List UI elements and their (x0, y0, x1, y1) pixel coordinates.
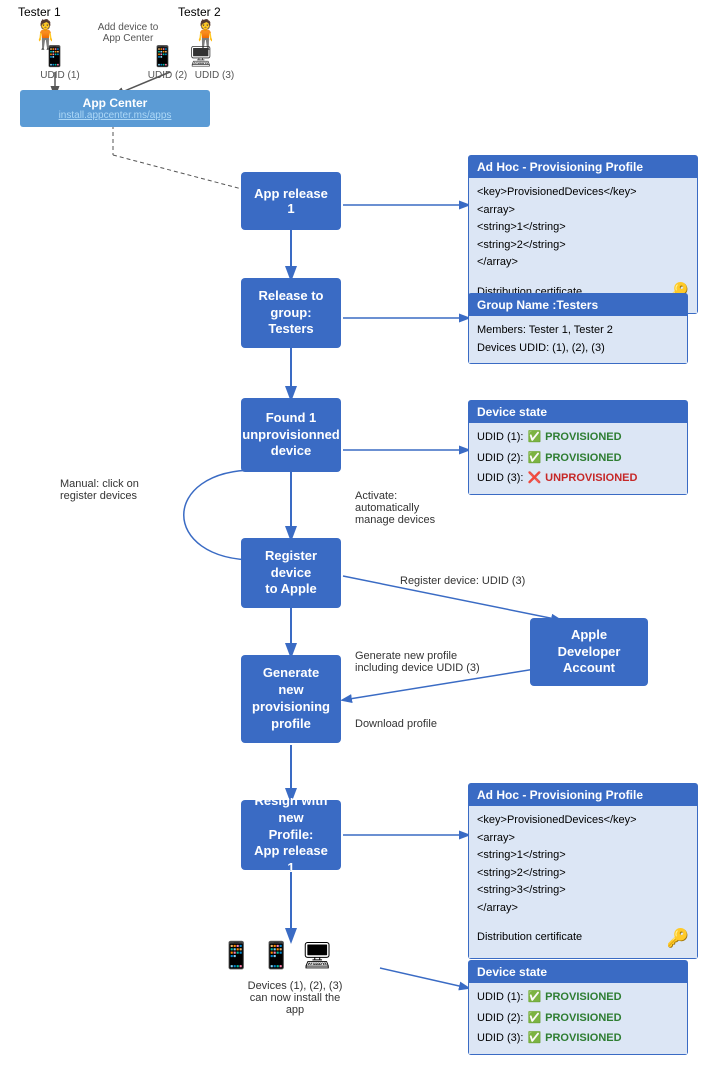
panel5-udid1-status: PROVISIONED (545, 989, 621, 1007)
adhoc-panel-1-header: Ad Hoc - Provisioning Profile (469, 156, 697, 178)
tester2-tablet-icon: 🖥 (188, 44, 213, 69)
panel5-udid2-label: UDID (2): (477, 1010, 523, 1028)
panel4-line5: <string>3</string> (477, 882, 689, 900)
app-release-box: App release 1 (241, 172, 341, 230)
panel5-udid3-label: UDID (3): (477, 1030, 523, 1048)
register-device-label: Register deviceto Apple (251, 548, 331, 599)
bottom-label: Devices (1), (2), (3)can now install the… (215, 980, 375, 1016)
adhoc-panel-4-header: Ad Hoc - Provisioning Profile (469, 784, 697, 806)
check-icon-1: ✅ (527, 429, 541, 447)
udid3-label: UDID (3) (192, 70, 237, 81)
group-panel-body: Members: Tester 1, Tester 2 Devices UDID… (469, 316, 687, 363)
download-profile-label: Download profile (355, 718, 437, 730)
found-device-label: Found 1unprovisionneddevice (242, 410, 340, 461)
panel3-udid3-status: UNPROVISIONED (545, 470, 637, 488)
panel5-udid3-status: PROVISIONED (545, 1030, 621, 1048)
device-state-panel-2-body: UDID (1): ✅ PROVISIONED UDID (2): ✅ PROV… (469, 983, 687, 1054)
x-icon-1: ❌ (527, 470, 541, 488)
device-state-panel-2-header: Device state (469, 961, 687, 983)
generate-profile-box-label: Generate newprovisioningprofile (251, 665, 331, 733)
panel4-cert-label: Distribution certificate (477, 929, 582, 947)
apple-dev-label: Apple DeveloperAccount (540, 627, 638, 678)
check-icon-2: ✅ (527, 450, 541, 468)
found-device-box: Found 1unprovisionneddevice (241, 398, 341, 472)
manual-label: Manual: click onregister devices (60, 478, 170, 502)
udid2-label: UDID (2) (145, 70, 190, 81)
tester2-label: Tester 2 (178, 5, 221, 19)
check-icon-5: ✅ (527, 1030, 541, 1048)
resign-label: Resign with newProfile:App release 1 (251, 793, 331, 877)
panel1-line2: <array> (477, 202, 689, 220)
panel5-udid1-label: UDID (1): (477, 989, 523, 1007)
panel1-line4: <string>2</string> (477, 237, 689, 255)
release-to-group-label: Release togroup:Testers (258, 288, 323, 339)
bottom-devices: 📱 📱 🖥 (220, 940, 334, 971)
add-device-label: Add device toApp Center (88, 22, 168, 44)
resign-box: Resign with newProfile:App release 1 (241, 800, 341, 870)
adhoc-panel-1: Ad Hoc - Provisioning Profile <key>Provi… (468, 155, 698, 314)
apple-dev-box: Apple DeveloperAccount (530, 618, 648, 686)
panel3-udid2-status: PROVISIONED (545, 450, 621, 468)
panel1-line5: </array> (477, 254, 689, 272)
device-state-panel-1: Device state UDID (1): ✅ PROVISIONED UDI… (468, 400, 688, 495)
panel4-line4: <string>2</string> (477, 865, 689, 883)
activate-label: Activate:automaticallymanage devices (355, 490, 465, 526)
group-devices: Devices UDID: (1), (2), (3) (477, 340, 679, 358)
tester2-phone-icon: 📱 (150, 44, 175, 69)
generate-profile-box: Generate newprovisioningprofile (241, 655, 341, 743)
panel1-line3: <string>1</string> (477, 219, 689, 237)
device-state-panel-2: Device state UDID (1): ✅ PROVISIONED UDI… (468, 960, 688, 1055)
group-panel: Group Name :Testers Members: Tester 1, T… (468, 293, 688, 364)
diagram-container: Tester 1 🧍 📱 UDID (1) Add device toApp C… (0, 0, 709, 1066)
generate-profile-label: Generate new profileincluding device UDI… (355, 650, 485, 674)
udid1-label: UDID (1) (30, 70, 90, 81)
panel4-line2: <array> (477, 830, 689, 848)
bottom-tablet-icon: 🖥 (301, 940, 334, 971)
release-to-group-box: Release togroup:Testers (241, 278, 341, 348)
device-state-panel-1-body: UDID (1): ✅ PROVISIONED UDID (2): ✅ PROV… (469, 423, 687, 494)
panel5-udid2-status: PROVISIONED (545, 1010, 621, 1028)
panel4-line6: </array> (477, 900, 689, 918)
adhoc-panel-4-body: <key>ProvisionedDevices</key> <array> <s… (469, 806, 697, 958)
check-icon-3: ✅ (527, 989, 541, 1007)
bottom-phone2-icon: 📱 (260, 940, 292, 971)
device-state-panel-1-header: Device state (469, 401, 687, 423)
panel3-udid1-status: PROVISIONED (545, 429, 621, 447)
key-icon-2: 🔑 (667, 924, 689, 953)
panel3-udid3-label: UDID (3): (477, 470, 523, 488)
panel1-line1: <key>ProvisionedDevices</key> (477, 184, 689, 202)
app-center-title: App Center (30, 96, 200, 110)
check-icon-4: ✅ (527, 1010, 541, 1028)
register-device-udid-label: Register device: UDID (3) (400, 575, 525, 587)
panel3-udid2-label: UDID (2): (477, 450, 523, 468)
group-panel-header: Group Name :Testers (469, 294, 687, 316)
app-center-button[interactable]: App Center install.appcenter.ms/apps (20, 90, 210, 127)
register-device-box: Register deviceto Apple (241, 538, 341, 608)
panel3-udid1-label: UDID (1): (477, 429, 523, 447)
group-members: Members: Tester 1, Tester 2 (477, 322, 679, 340)
app-center-link[interactable]: install.appcenter.ms/apps (30, 110, 200, 121)
adhoc-panel-4: Ad Hoc - Provisioning Profile <key>Provi… (468, 783, 698, 959)
tester1-phone-icon: 📱 (42, 44, 67, 69)
panel4-line3: <string>1</string> (477, 847, 689, 865)
bottom-phone1-icon: 📱 (220, 940, 252, 971)
panel4-line1: <key>ProvisionedDevices</key> (477, 812, 689, 830)
tester1-label: Tester 1 (18, 5, 61, 19)
